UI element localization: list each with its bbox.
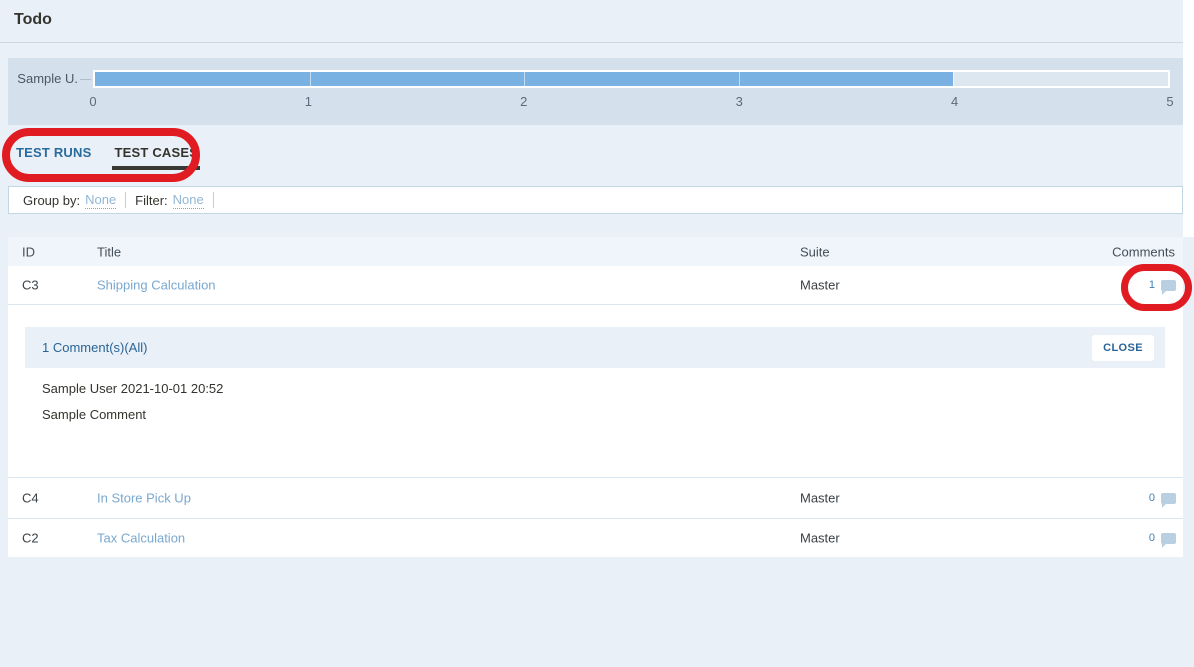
comment-body-text: Sample Comment: [42, 407, 146, 422]
axis-tick-dash: [80, 79, 91, 80]
test-cases-table: ID Title Suite Comments C3 Shipping Calc…: [8, 237, 1183, 557]
case-suite: Master: [800, 278, 840, 293]
comment-bubble-icon: [1161, 493, 1176, 504]
table-row: C2 Tax Calculation Master 0: [8, 518, 1183, 557]
group-by-link[interactable]: None: [85, 192, 116, 209]
comment-indicator[interactable]: 0: [1149, 492, 1176, 504]
x-axis-tick-label: 5: [1166, 94, 1173, 109]
comment-bubble-icon: [1161, 280, 1176, 291]
table-header: ID Title Suite Comments: [8, 237, 1183, 266]
comment-count: 0: [1149, 492, 1155, 504]
filter-link[interactable]: None: [173, 192, 204, 209]
comment-author-line: Sample User 2021-10-01 20:52: [42, 381, 223, 396]
page-header: Todo: [0, 0, 1194, 43]
case-suite: Master: [800, 531, 840, 546]
toolbar-divider: [125, 192, 126, 208]
column-header-id: ID: [22, 244, 35, 259]
comment-indicator[interactable]: 0: [1149, 532, 1176, 544]
case-title-link[interactable]: In Store Pick Up: [97, 491, 191, 506]
tab-bar: TEST RUNS TEST CASES: [14, 145, 200, 170]
tab-test-cases[interactable]: TEST CASES: [112, 145, 200, 170]
x-axis-labels: 012345: [93, 94, 1170, 112]
comment-count: 0: [1149, 532, 1155, 544]
x-axis-tick-label: 4: [951, 94, 958, 109]
x-axis-tick-label: 0: [89, 94, 96, 109]
page-title: Todo: [14, 11, 52, 29]
x-axis-tick-label: 1: [305, 94, 312, 109]
comment-count: 1: [1149, 279, 1155, 291]
case-title-link[interactable]: Tax Calculation: [97, 531, 185, 546]
track-gridline: [739, 72, 740, 86]
case-suite: Master: [800, 491, 840, 506]
toolbar-divider: [213, 192, 214, 208]
case-title-link[interactable]: Shipping Calculation: [97, 278, 216, 293]
filter-label: Filter:: [135, 193, 168, 208]
case-id: C3: [22, 278, 39, 293]
x-axis-tick-label: 2: [520, 94, 527, 109]
comment-bubble-icon: [1161, 533, 1176, 544]
track-gridline: [524, 72, 525, 86]
chart-category-label: Sample U.: [8, 71, 78, 86]
tab-test-runs[interactable]: TEST RUNS: [14, 145, 93, 170]
comment-indicator[interactable]: 1: [1149, 279, 1176, 291]
case-id: C2: [22, 531, 39, 546]
comment-panel-header: 1 Comment(s)(All) CLOSE: [25, 327, 1165, 368]
x-axis-tick-label: 3: [736, 94, 743, 109]
column-header-comments: Comments: [1112, 244, 1175, 259]
track-gridline: [953, 72, 954, 86]
column-header-title: Title: [97, 244, 121, 259]
filter-toolbar: Group by: None Filter: None: [8, 186, 1183, 214]
bar-track: [93, 70, 1170, 88]
table-row: C4 In Store Pick Up Master 0: [8, 477, 1183, 518]
case-id: C4: [22, 491, 39, 506]
group-by-label: Group by:: [23, 193, 80, 208]
right-gutter: [1183, 0, 1194, 237]
todo-page: Todo Sample U. 0 1 2 3 4 5 TEST RUNS TEST CAS…: [0, 0, 1194, 667]
close-button[interactable]: CLOSE: [1092, 335, 1154, 361]
comment-panel-title: 1 Comment(s)(All): [42, 340, 147, 355]
table-row: C3 Shipping Calculation Master 1: [8, 266, 1183, 305]
progress-chart: Sample U. 0 1 2 3 4 5: [8, 58, 1183, 125]
column-header-suite: Suite: [800, 244, 830, 259]
track-gridline: [310, 72, 311, 86]
